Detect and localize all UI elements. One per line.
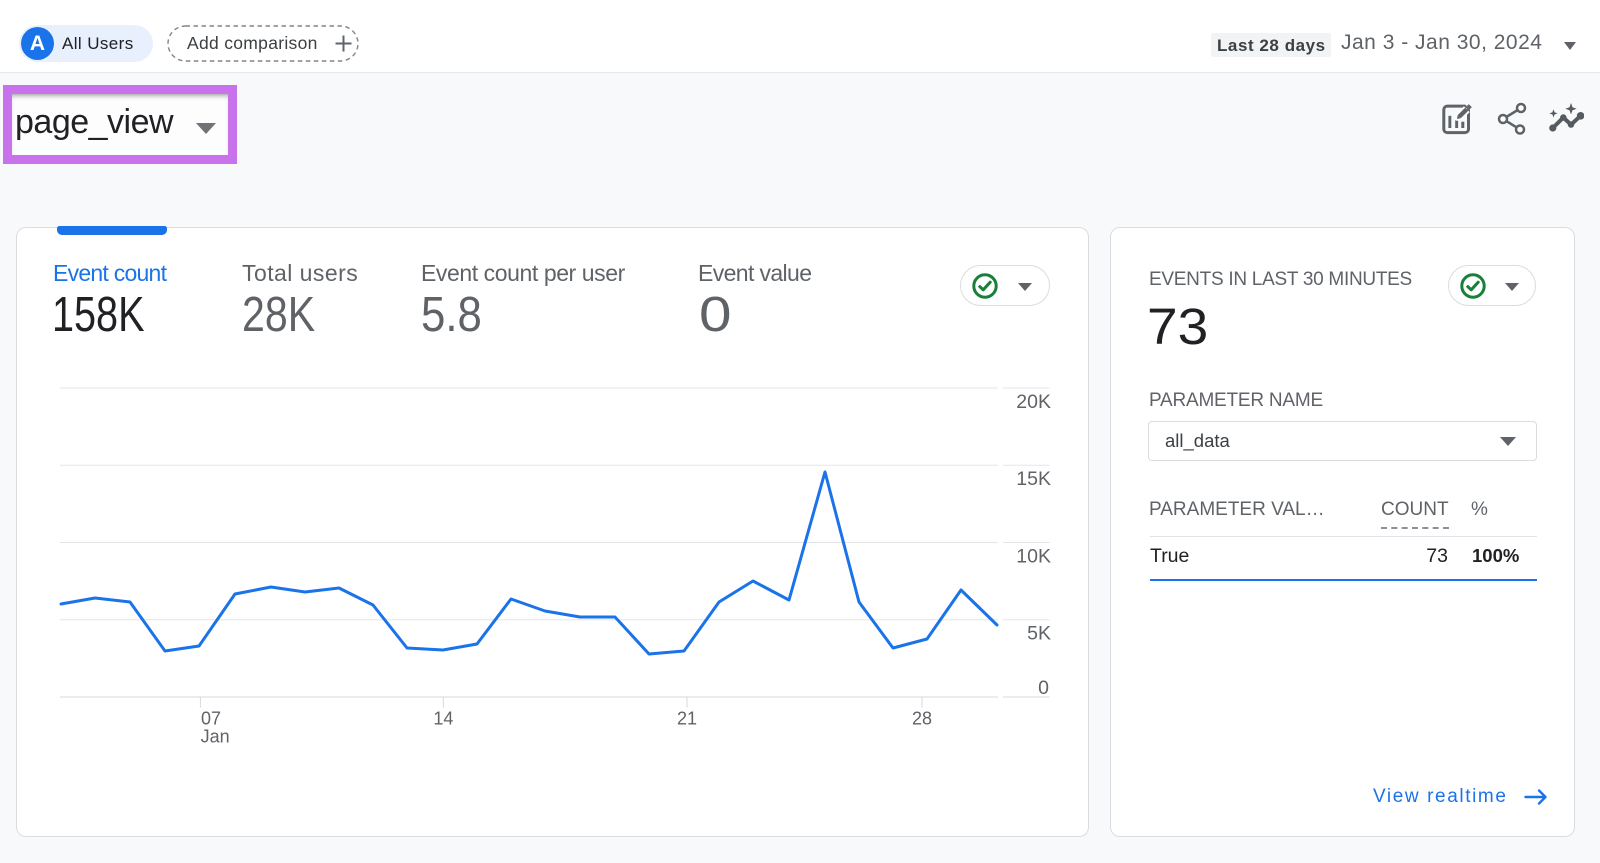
svg-text:28: 28 [912, 708, 932, 728]
svg-text:15K: 15K [1016, 468, 1051, 490]
svg-text:0: 0 [1038, 677, 1049, 699]
svg-text:5K: 5K [1027, 623, 1051, 645]
svg-text:10K: 10K [1016, 545, 1051, 567]
svg-text:14: 14 [433, 708, 453, 728]
svg-text:20K: 20K [1016, 391, 1051, 413]
svg-text:Jan: Jan [201, 727, 230, 747]
svg-text:07: 07 [201, 708, 221, 728]
svg-text:21: 21 [677, 708, 697, 728]
